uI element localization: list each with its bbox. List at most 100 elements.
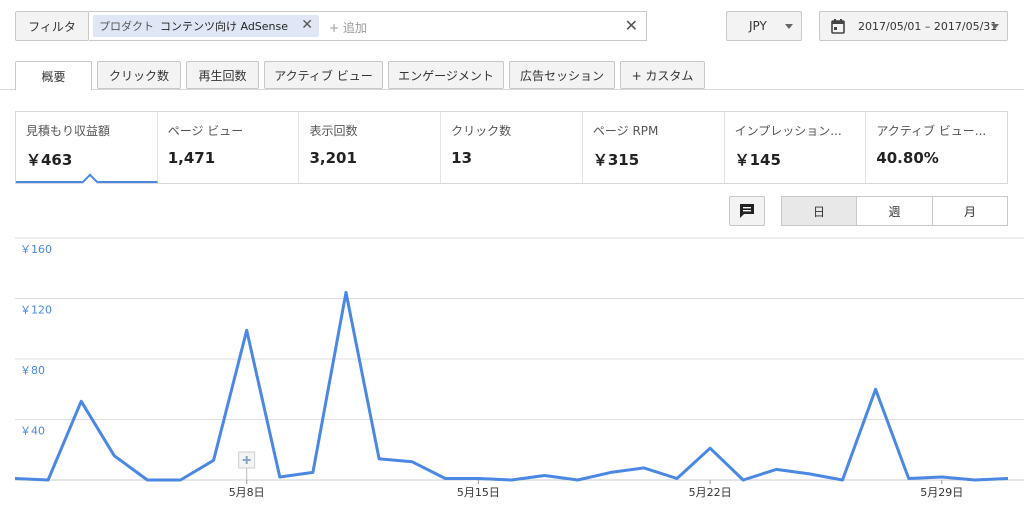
metric-label: インプレッション... <box>734 124 842 138</box>
clear-filter-icon[interactable]: ✕ <box>625 16 638 35</box>
data-point[interactable] <box>1005 475 1011 481</box>
x-tick-label: 5月22日 <box>689 486 732 499</box>
filter-chip-value: コンテンツ向け AdSense <box>160 20 289 33</box>
metric-page-rpm[interactable]: ページ RPM ￥315 <box>583 112 725 183</box>
data-point[interactable] <box>343 289 349 295</box>
data-point[interactable] <box>244 327 250 333</box>
metric-value: ￥145 <box>734 151 781 169</box>
tab-overview[interactable]: 概要 <box>15 61 92 91</box>
metric-value: 13 <box>451 149 473 167</box>
chip-remove-icon[interactable]: ✕ <box>301 17 313 33</box>
data-point[interactable] <box>12 475 18 481</box>
data-point[interactable] <box>78 398 84 404</box>
data-point[interactable] <box>475 475 481 481</box>
metric-estimated-earnings[interactable]: 見積もり収益額 ￥463 <box>16 112 158 191</box>
metric-impression-rpm[interactable]: インプレッション... ￥145 <box>725 112 867 183</box>
selected-indicator <box>81 173 99 191</box>
data-point[interactable] <box>178 477 184 483</box>
y-tick-label: ￥40 <box>20 425 45 438</box>
metric-value: 3,201 <box>309 149 357 167</box>
earnings-series-line <box>14 290 1009 482</box>
data-point[interactable] <box>641 465 647 471</box>
metric-label: ページ RPM <box>592 124 659 138</box>
tab-divider <box>0 89 1024 90</box>
data-point[interactable] <box>409 459 415 465</box>
metric-value: 40.80% <box>876 149 939 167</box>
metrics-scorecard: 見積もり収益額 ￥463 ページ ビュー 1,471 表示回数 3,201 クリ… <box>15 111 1008 191</box>
filter-button-label: フィルタ <box>28 19 76 34</box>
data-point[interactable] <box>45 477 51 483</box>
data-point[interactable] <box>277 474 283 480</box>
add-filter-link[interactable]: + 追加 <box>329 19 367 36</box>
data-point[interactable] <box>608 469 614 475</box>
data-point[interactable] <box>674 475 680 481</box>
tab-ad-sessions[interactable]: 広告セッション <box>509 61 615 89</box>
currency-value: JPY <box>749 19 767 33</box>
metric-label: 見積もり収益額 <box>26 124 111 138</box>
y-tick-label: ￥160 <box>20 243 52 256</box>
tab-label: アクティブ ビュー <box>274 68 373 83</box>
chevron-down-icon <box>991 24 999 29</box>
data-point[interactable] <box>111 453 117 459</box>
metric-label: 表示回数 <box>309 124 358 138</box>
tab-label: + カスタム <box>631 68 694 83</box>
metric-active-view[interactable]: アクティブ ビュー... 40.80% <box>866 112 1007 183</box>
granularity-month-button[interactable]: 月 <box>932 196 1008 226</box>
data-point[interactable] <box>840 477 846 483</box>
metric-clicks[interactable]: クリック数 13 <box>441 112 583 183</box>
data-point[interactable] <box>509 477 515 483</box>
data-point[interactable] <box>376 456 382 462</box>
data-point[interactable] <box>972 477 978 483</box>
filter-chip-prefix: プロダクト <box>99 20 154 33</box>
data-point[interactable] <box>575 477 581 483</box>
tab-label: クリック数 <box>108 68 169 83</box>
metric-impressions[interactable]: 表示回数 3,201 <box>299 112 442 183</box>
metric-value: ￥463 <box>26 151 73 169</box>
y-tick-label: ￥120 <box>20 304 52 317</box>
tab-custom[interactable]: + カスタム <box>620 61 705 89</box>
granularity-label: 日 <box>812 204 825 219</box>
granularity-label: 週 <box>888 204 901 219</box>
filter-button[interactable]: フィルタ <box>15 11 89 41</box>
granularity-day-button[interactable]: 日 <box>781 196 857 226</box>
filter-input[interactable]: プロダクト コンテンツ向け AdSense ✕ + 追加 ✕ <box>89 11 647 41</box>
calendar-icon <box>831 19 845 34</box>
filter-chip: プロダクト コンテンツ向け AdSense ✕ <box>93 15 319 37</box>
metric-label: クリック数 <box>451 124 512 138</box>
tab-label: 広告セッション <box>519 68 604 83</box>
data-point[interactable] <box>310 469 316 475</box>
x-tick-label: 5月15日 <box>457 486 500 499</box>
date-range-value: 2017/05/01 – 2017/05/31 <box>858 19 998 33</box>
tab-active-view[interactable]: アクティブ ビュー <box>264 61 383 89</box>
data-point[interactable] <box>873 386 879 392</box>
add-annotation-icon[interactable] <box>238 451 256 480</box>
tab-views[interactable]: 再生回数 <box>186 61 259 89</box>
tab-engagement[interactable]: エンゲージメント <box>388 61 504 89</box>
data-point[interactable] <box>542 472 548 478</box>
data-point[interactable] <box>939 474 945 480</box>
currency-select[interactable]: JPY <box>726 11 802 41</box>
tab-label: エンゲージメント <box>398 68 494 83</box>
x-tick-label: 5月29日 <box>920 486 963 499</box>
metric-value: ￥315 <box>592 151 640 169</box>
data-point[interactable] <box>773 466 779 472</box>
date-range-picker[interactable]: 2017/05/01 – 2017/05/31 <box>819 11 1008 41</box>
annotation-button[interactable] <box>729 196 765 226</box>
y-tick-label: ￥80 <box>20 364 45 377</box>
metric-page-views[interactable]: ページ ビュー 1,471 <box>158 112 300 183</box>
data-point[interactable] <box>211 457 217 463</box>
data-point[interactable] <box>806 471 812 477</box>
x-tick-label: 5月8日 <box>229 486 265 499</box>
metric-value: 1,471 <box>167 149 216 167</box>
metric-label: アクティブ ビュー... <box>876 124 987 138</box>
tab-clicks[interactable]: クリック数 <box>97 61 181 89</box>
data-point[interactable] <box>740 477 746 483</box>
data-point[interactable] <box>442 475 448 481</box>
data-point[interactable] <box>707 445 713 451</box>
data-point[interactable] <box>906 475 912 481</box>
earnings-line-chart: ￥160 ￥120 ￥80 ￥40 5月8日 5月15日 5月22日 5月29日 <box>12 237 1024 499</box>
data-point[interactable] <box>144 477 150 483</box>
chevron-down-icon <box>785 24 793 29</box>
metric-label: ページ ビュー <box>167 124 244 138</box>
granularity-week-button[interactable]: 週 <box>856 196 933 226</box>
